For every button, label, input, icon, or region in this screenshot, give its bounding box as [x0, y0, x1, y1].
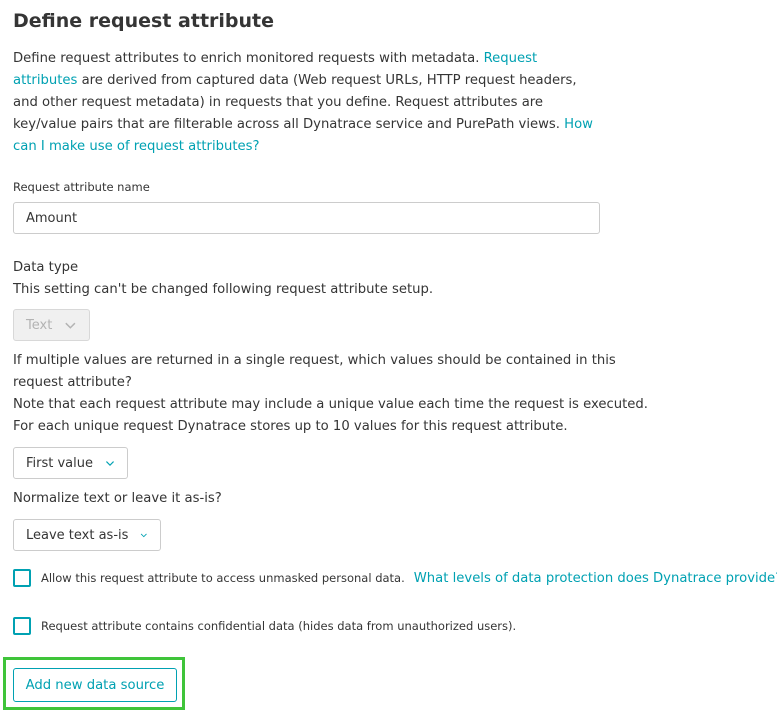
personal-data-label: Allow this request attribute to access u…: [41, 571, 405, 585]
normalize-label: Normalize text or leave it as-is?: [13, 491, 222, 506]
confidential-checkbox[interactable]: [13, 617, 31, 635]
normalize-value: Leave text as-is: [26, 527, 129, 543]
attribute-name-label: Request attribute name: [13, 180, 150, 194]
confidential-label: Request attribute contains confidential …: [41, 619, 517, 633]
confidential-row: Request attribute contains confidential …: [13, 617, 516, 635]
normalize-select[interactable]: Leave text as-is: [13, 519, 161, 551]
intro-paragraph: Define request attributes to enrich moni…: [13, 48, 603, 158]
chevron-down-icon: [141, 533, 148, 538]
data-type-note: This setting can't be changed following …: [13, 282, 434, 297]
data-type-select: Text: [13, 309, 90, 341]
chevron-down-icon: [65, 322, 76, 329]
intro-text-1: Define request attributes to enrich moni…: [13, 51, 484, 66]
intro-text-2: are derived from captured data (Web requ…: [13, 73, 577, 132]
data-type-label: Data type: [13, 260, 79, 275]
add-data-source-button[interactable]: Add new data source: [13, 668, 177, 702]
personal-data-row: Allow this request attribute to access u…: [13, 569, 777, 587]
multiple-values-question: If multiple values are returned in a sin…: [13, 353, 616, 390]
multiple-values-limit: For each unique request Dynatrace stores…: [13, 419, 568, 434]
multiple-values-value: First value: [26, 455, 93, 471]
page-title: Define request attribute: [13, 10, 275, 32]
multiple-values-note: Note that each request attribute may inc…: [13, 397, 648, 412]
data-protection-link[interactable]: What levels of data protection does Dyna…: [414, 571, 777, 586]
attribute-name-input[interactable]: [13, 202, 600, 234]
chevron-down-icon: [106, 461, 114, 466]
personal-data-checkbox[interactable]: [13, 569, 31, 587]
multiple-values-select[interactable]: First value: [13, 447, 128, 479]
data-type-value: Text: [26, 317, 53, 333]
